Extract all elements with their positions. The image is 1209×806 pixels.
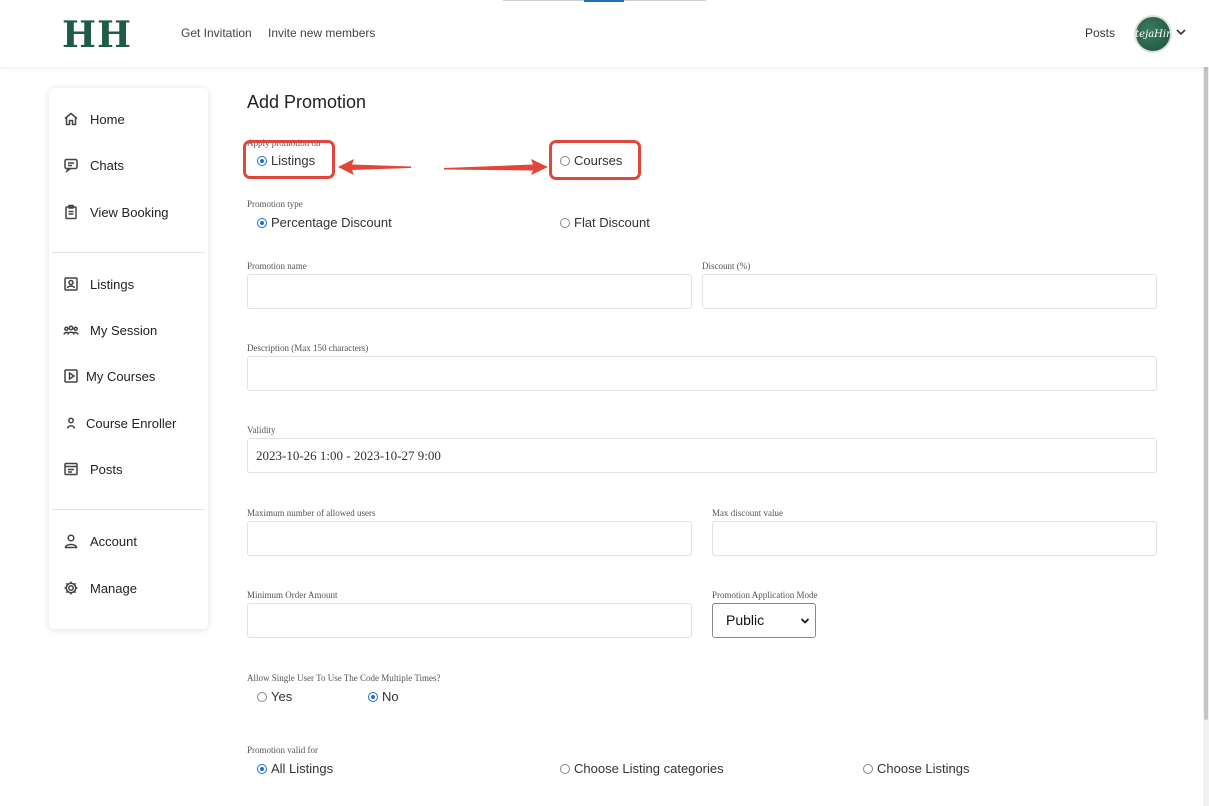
- gear-icon: [64, 581, 78, 595]
- radio-yes[interactable]: Yes: [257, 689, 292, 704]
- description-label: Description (Max 150 characters): [247, 343, 369, 353]
- radio-label: No: [382, 689, 399, 704]
- sidebar-item-label: Chats: [90, 157, 124, 173]
- highlight-box-courses: [549, 140, 641, 180]
- sidebar-item-home[interactable]: Home: [63, 111, 125, 127]
- sidebar-item-account[interactable]: Account: [63, 533, 137, 549]
- radio-choose-listing-categories[interactable]: Choose Listing categories: [560, 761, 724, 776]
- posts-window-icon: [64, 462, 78, 476]
- min-order-label: Minimum Order Amount: [247, 590, 338, 600]
- discount-label: Discount (%): [702, 261, 751, 271]
- avatar-signature: tejaHir: [1135, 28, 1171, 40]
- sidebar-item-posts[interactable]: Posts: [63, 461, 123, 477]
- radio-label: Percentage Discount: [271, 215, 392, 230]
- arrow-right: [444, 159, 548, 175]
- user-avatar[interactable]: tejaHir: [1134, 15, 1172, 53]
- sidebar-item-my-session[interactable]: My Session: [63, 322, 157, 338]
- page-title: Add Promotion: [247, 92, 367, 112]
- home-icon: [64, 112, 78, 126]
- radio-choose-listings[interactable]: Choose Listings: [863, 761, 970, 776]
- radio-label: Flat Discount: [574, 215, 650, 230]
- radio-no[interactable]: No: [368, 689, 399, 704]
- radio-percentage-discount[interactable]: Percentage Discount: [257, 215, 392, 230]
- sidebar-item-label: Listings: [90, 276, 135, 292]
- validity-label: Validity: [247, 425, 276, 435]
- sidebar-item-label: Posts: [90, 461, 123, 477]
- sidebar-item-label: Course Enroller: [86, 415, 177, 431]
- sidebar-item-view-booking[interactable]: View Booking: [63, 204, 169, 220]
- scrollbar-thumb[interactable]: [1204, 0, 1208, 720]
- highlight-box-listings: [243, 140, 335, 179]
- arrow-left: [338, 159, 411, 175]
- radio-label: All Listings: [271, 761, 334, 776]
- radio-dot: [257, 217, 267, 228]
- chat-icon: [64, 158, 78, 173]
- contact-card-icon: [64, 277, 78, 291]
- radio-dot: [368, 691, 378, 702]
- radio-label: Choose Listing categories: [574, 761, 724, 776]
- sidebar-divider: [52, 252, 205, 253]
- sidebar-item-chats[interactable]: Chats: [63, 157, 124, 173]
- sidebar-item-listings[interactable]: Listings: [63, 276, 134, 292]
- sidebar: Home Chats View Booking Listings My Sess…: [49, 88, 208, 629]
- play-box-icon: [64, 369, 78, 383]
- nav-get-invitation[interactable]: Get Invitation: [181, 26, 252, 40]
- max-discount-label: Max discount value: [712, 508, 783, 518]
- annotation-arrows: [338, 159, 548, 175]
- description-input[interactable]: [247, 356, 1157, 391]
- site-logo[interactable]: HH: [62, 14, 132, 56]
- sidebar-item-my-courses[interactable]: My Courses: [63, 368, 155, 384]
- radio-dot: [863, 763, 873, 774]
- person-icon: [66, 417, 76, 429]
- min-order-input[interactable]: [247, 603, 692, 638]
- sidebar-item-label: Manage: [90, 580, 137, 596]
- valid-for-label: Promotion valid for: [247, 745, 318, 755]
- mode-select-value: Public: [726, 612, 765, 628]
- validity-input[interactable]: 2023-10-26 1:00 - 2023-10-27 9:00: [247, 438, 1157, 473]
- promo-type-label: Promotion type: [247, 199, 303, 209]
- user-icon: [64, 534, 78, 549]
- max-discount-input[interactable]: [712, 521, 1157, 556]
- sidebar-divider: [52, 509, 205, 510]
- sidebar-item-label: My Session: [90, 322, 158, 338]
- sidebar-item-label: Home: [90, 111, 125, 127]
- nav-invite-new-members[interactable]: Invite new members: [268, 26, 375, 40]
- sidebar-item-label: Account: [90, 533, 137, 549]
- radio-flat-discount[interactable]: Flat Discount: [560, 215, 650, 230]
- sidebar-item-course-enroller[interactable]: Course Enroller: [63, 415, 176, 431]
- promo-name-label: Promotion name: [247, 261, 307, 271]
- radio-dot: [560, 763, 570, 774]
- chevron-down-icon: [800, 618, 810, 624]
- sidebar-item-manage[interactable]: Manage: [63, 580, 137, 596]
- page-scrollbar[interactable]: [1203, 0, 1209, 806]
- top-progress-active: [584, 0, 624, 2]
- radio-all-listings[interactable]: All Listings: [257, 761, 333, 776]
- mode-label: Promotion Application Mode: [712, 590, 818, 600]
- radio-dot: [560, 217, 570, 228]
- radio-dot: [257, 691, 267, 702]
- mode-select[interactable]: Public: [712, 603, 816, 638]
- max-users-label: Maximum number of allowed users: [247, 508, 376, 518]
- radio-label: Choose Listings: [877, 761, 970, 776]
- top-header: HH Get Invitation Invite new members Pos…: [0, 0, 1209, 67]
- max-users-input[interactable]: [247, 521, 692, 556]
- clipboard-icon: [65, 204, 77, 220]
- sidebar-item-label: View Booking: [90, 204, 169, 220]
- chevron-down-icon[interactable]: [1174, 25, 1188, 39]
- sidebar-item-label: My Courses: [86, 368, 156, 384]
- discount-input[interactable]: [702, 274, 1157, 309]
- nav-posts[interactable]: Posts: [1085, 26, 1115, 40]
- group-users-icon: [63, 325, 79, 335]
- multi-use-label: Allow Single User To Use The Code Multip…: [247, 673, 441, 683]
- promo-name-input[interactable]: [247, 274, 692, 309]
- radio-label: Yes: [271, 689, 293, 704]
- radio-dot: [257, 763, 267, 774]
